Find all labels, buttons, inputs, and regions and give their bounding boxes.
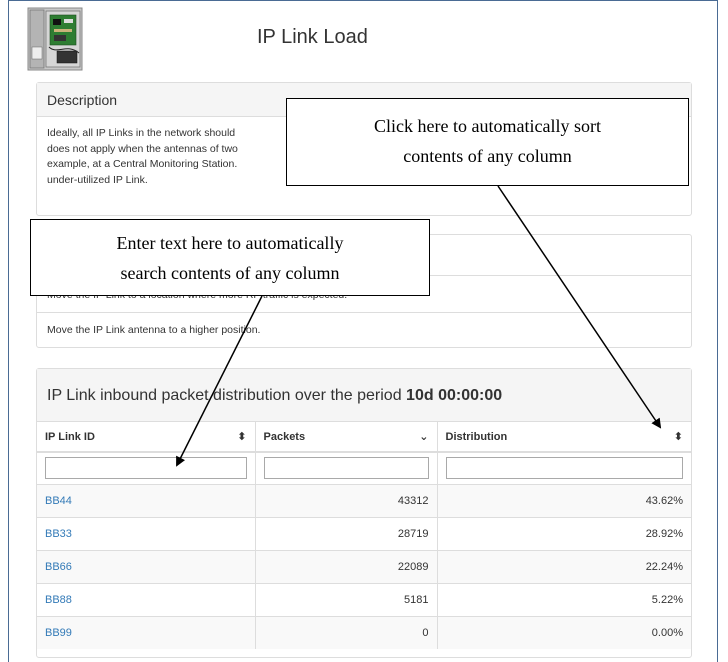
search-arrow xyxy=(176,295,263,467)
sort-arrow xyxy=(497,185,662,429)
callout-arrows xyxy=(176,185,662,467)
